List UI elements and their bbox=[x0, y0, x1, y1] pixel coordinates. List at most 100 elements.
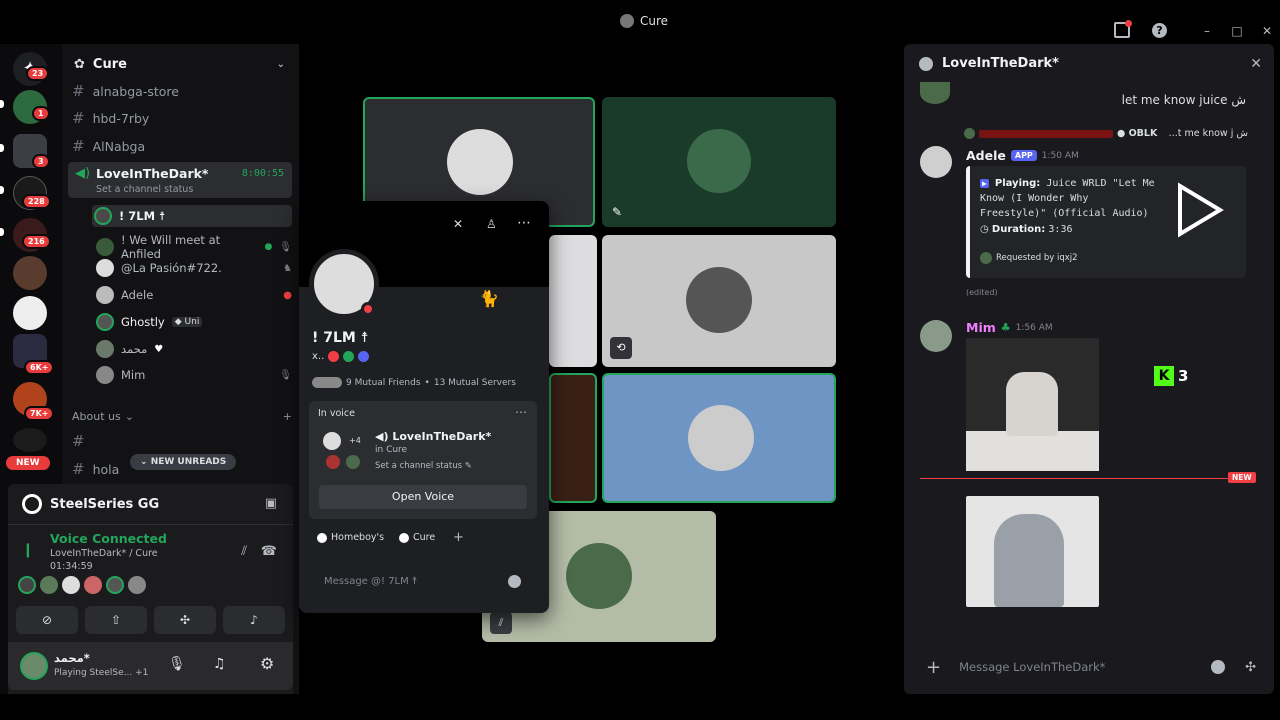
channel-item[interactable]: # hbd-7rby bbox=[72, 109, 149, 127]
voice-user[interactable]: محمد ♥ bbox=[96, 340, 292, 358]
add-server-icon[interactable]: + bbox=[453, 530, 464, 545]
add-friend-icon[interactable]: ♙ bbox=[486, 217, 497, 231]
mute-stream-icon[interactable]: ⫽ bbox=[241, 544, 247, 559]
more-options-icon[interactable]: ⋯ bbox=[517, 215, 531, 231]
channel-status: Set a channel status ✎ bbox=[375, 461, 472, 471]
video-tile[interactable]: ✎ bbox=[602, 97, 836, 227]
avatar bbox=[96, 340, 114, 358]
attachment-image[interactable] bbox=[966, 338, 1099, 471]
emoji-icon[interactable] bbox=[1211, 660, 1226, 674]
screen-share-icon[interactable]: ▣ bbox=[265, 496, 277, 511]
badge-icon bbox=[328, 351, 340, 362]
avatar[interactable] bbox=[20, 652, 48, 680]
server-header[interactable]: ✿ Cure ⌄ bbox=[62, 44, 299, 84]
video-tile[interactable] bbox=[602, 373, 836, 503]
voice-user[interactable]: Ghostly ◆ Uni bbox=[96, 313, 292, 331]
open-voice-button[interactable]: Open Voice bbox=[319, 485, 527, 509]
mutuals[interactable]: 9 Mutual Friends • 13 Mutual Servers bbox=[312, 377, 516, 388]
emoji-icon[interactable] bbox=[508, 574, 521, 588]
camera-off-button[interactable]: ⊘ bbox=[16, 606, 78, 634]
hash-icon: # bbox=[72, 432, 85, 450]
voice-user[interactable]: Mim 🎙 bbox=[96, 366, 292, 384]
video-tile[interactable] bbox=[549, 235, 597, 367]
avatar bbox=[687, 129, 751, 193]
chat-input[interactable]: + Message LoveInTheDark* ✣ bbox=[914, 649, 1264, 685]
dm-input[interactable]: Message @! 7LM ☨ bbox=[315, 567, 531, 595]
headphones-icon[interactable]: ♫ bbox=[213, 656, 226, 672]
channel-item[interactable]: # bbox=[72, 432, 93, 450]
server-icon[interactable] bbox=[13, 428, 47, 452]
unread-pip bbox=[0, 144, 4, 152]
hash-icon: # bbox=[72, 82, 85, 100]
maximize-icon[interactable]: □ bbox=[1230, 24, 1244, 38]
live-icon: ● bbox=[283, 289, 292, 301]
close-icon[interactable]: ✕ bbox=[1250, 56, 1262, 72]
unread-badge: 23 bbox=[26, 66, 50, 81]
inbox-icon[interactable] bbox=[1114, 20, 1132, 38]
gif-thumbnail bbox=[1006, 372, 1058, 436]
share-screen-button[interactable]: ⇧ bbox=[85, 606, 147, 634]
attachment-image[interactable] bbox=[966, 496, 1099, 607]
message-header: Mim ♣ 1:56 AM bbox=[966, 320, 1053, 335]
cat-sticker-icon: 🐈 bbox=[479, 289, 499, 308]
disconnect-icon[interactable]: ☎ bbox=[261, 544, 277, 559]
user-panel: محمد* Playing SteelSe... +1 🎙 ♫ ⚙ bbox=[8, 642, 293, 690]
avatar bbox=[326, 455, 340, 469]
avatar[interactable] bbox=[128, 576, 146, 594]
gif-thumbnail bbox=[966, 431, 1099, 471]
new-unreads-pill[interactable]: ⌄ NEW UNREADS bbox=[130, 454, 237, 470]
unread-pip bbox=[0, 186, 4, 194]
server-chip[interactable]: Cure bbox=[399, 532, 435, 543]
avatar bbox=[96, 259, 114, 277]
avatar[interactable] bbox=[18, 576, 36, 594]
gear-icon[interactable]: ⚙ bbox=[260, 654, 274, 673]
steelseries-logo-icon bbox=[22, 494, 42, 514]
reply-reference[interactable]: ● OBLK ...t me know j ش bbox=[964, 128, 1248, 139]
avatar[interactable] bbox=[40, 576, 58, 594]
voice-user[interactable]: @La Pasión#722. ♞ bbox=[96, 259, 292, 277]
add-channel-icon[interactable]: + bbox=[283, 410, 292, 423]
minimize-icon[interactable]: – bbox=[1200, 24, 1214, 38]
server-icon[interactable] bbox=[13, 256, 47, 290]
avatar bbox=[323, 432, 341, 450]
hash-icon: # bbox=[72, 109, 85, 127]
heart-icon: ● bbox=[264, 242, 273, 252]
server-chip[interactable]: Homeboy's bbox=[317, 532, 384, 543]
unread-badge: 3 bbox=[32, 154, 50, 169]
add-friend-action-icon[interactable]: ✕ bbox=[453, 217, 463, 231]
mutual-avatars bbox=[312, 377, 342, 388]
activities-button[interactable]: ✣ bbox=[154, 606, 216, 634]
category-header[interactable]: About us ⌄ + bbox=[72, 410, 292, 423]
signal-icon: ❙ bbox=[22, 542, 34, 558]
voice-user[interactable]: ! We Will meet at Anfiled ● 🎙 bbox=[96, 233, 292, 261]
guild-tag: ◆ Uni bbox=[171, 317, 203, 327]
voice-channel-selected[interactable]: ◀) LoveInTheDark* 8:00:55 Set a channel … bbox=[68, 162, 292, 198]
add-attachment-icon[interactable]: + bbox=[926, 657, 941, 678]
help-icon[interactable]: ? bbox=[1152, 23, 1167, 38]
avatar[interactable] bbox=[106, 576, 124, 594]
close-window-icon[interactable]: ✕ bbox=[1260, 24, 1274, 38]
apps-icon[interactable]: ✣ bbox=[1245, 660, 1256, 675]
voice-user[interactable]: ! 7LM ☨ bbox=[92, 205, 292, 227]
voice-user[interactable]: Adele ● bbox=[96, 286, 292, 304]
play-icon bbox=[1178, 182, 1224, 238]
avatar bbox=[96, 366, 114, 384]
requested-by: Requested by iqxj2 bbox=[980, 252, 1078, 264]
channel-item[interactable]: # alnabga-store bbox=[72, 82, 179, 100]
avatar[interactable] bbox=[84, 576, 102, 594]
badge-icon bbox=[343, 351, 355, 362]
video-tile[interactable]: ⟲ bbox=[602, 235, 836, 367]
chevron-down-icon: ⌄ bbox=[124, 410, 134, 423]
channel-item[interactable]: # hola bbox=[72, 460, 119, 478]
microphone-icon[interactable]: 🎙 bbox=[168, 656, 186, 672]
avatar bbox=[96, 286, 114, 304]
dnd-status-icon bbox=[361, 302, 375, 316]
soundboard-button[interactable]: ♪ bbox=[223, 606, 285, 634]
channel-item[interactable]: # AlNabga bbox=[72, 137, 145, 155]
server-icon[interactable] bbox=[13, 296, 47, 330]
video-tile[interactable] bbox=[549, 373, 597, 503]
new-pill[interactable]: NEW bbox=[6, 456, 50, 470]
avatar[interactable] bbox=[62, 576, 80, 594]
more-options-icon[interactable]: ⋯ bbox=[515, 405, 527, 419]
mic-off-icon: 🎙 bbox=[279, 241, 292, 253]
